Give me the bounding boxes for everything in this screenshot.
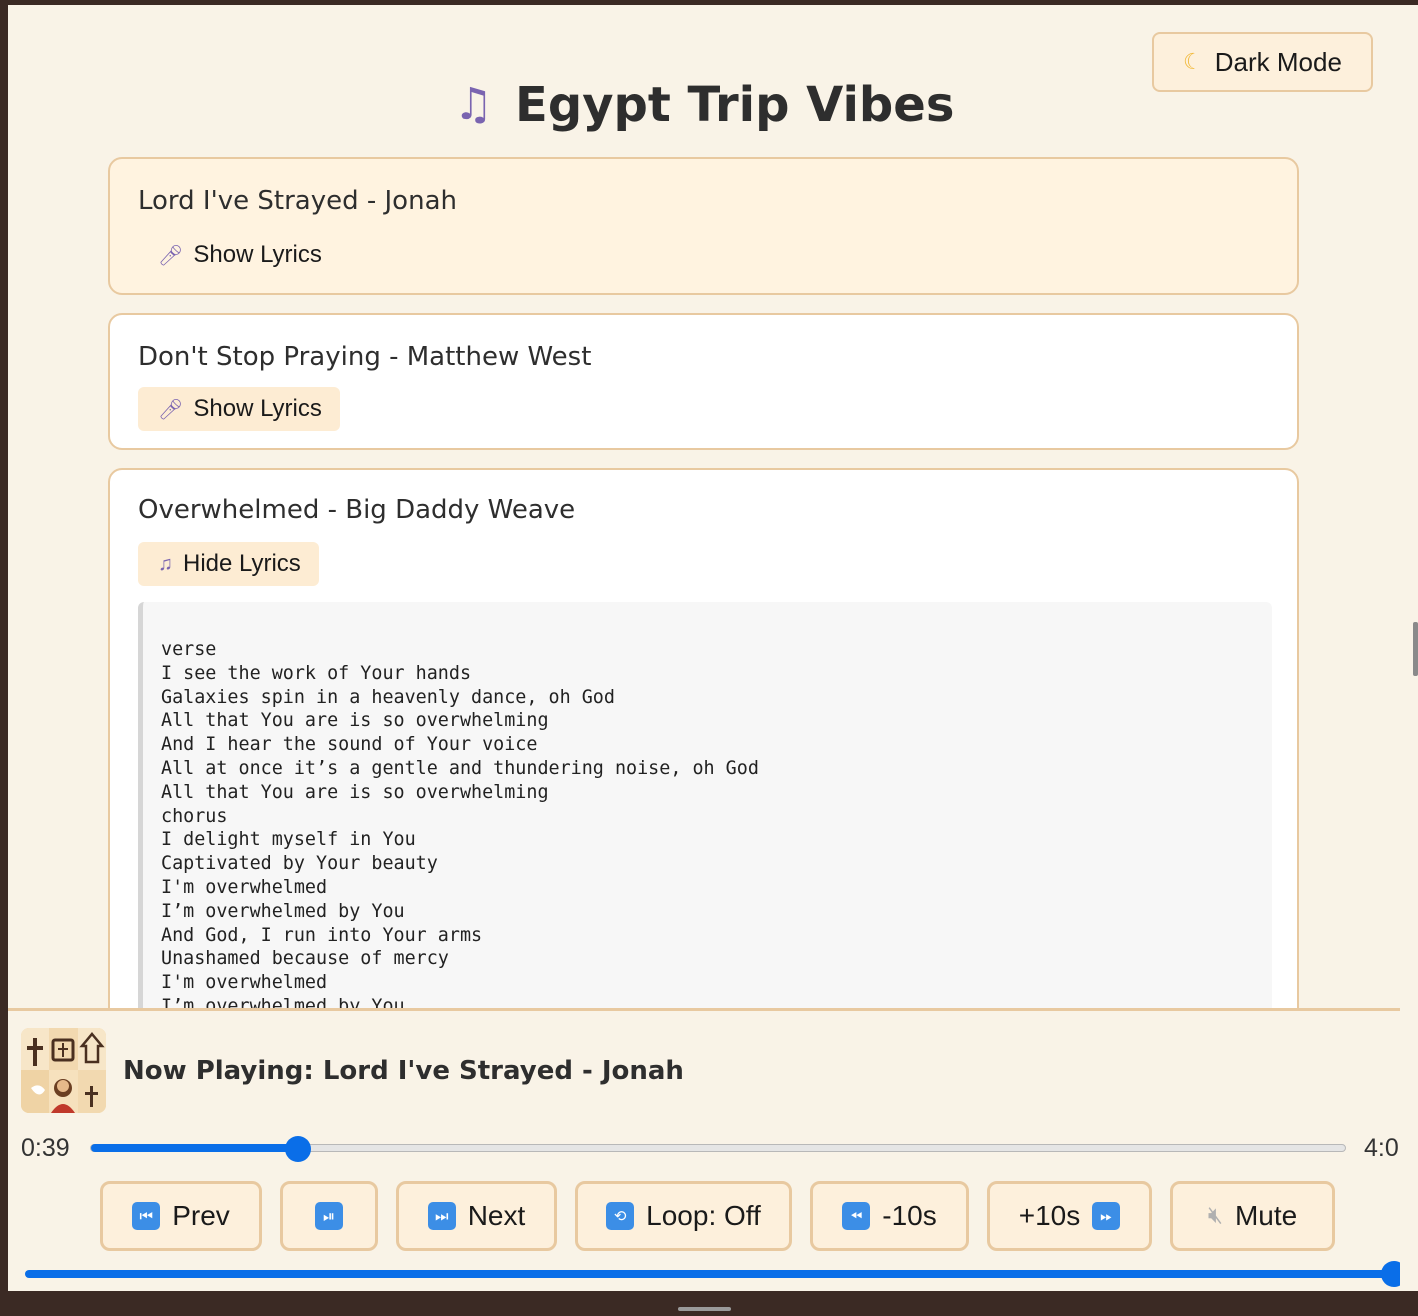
player-bar: Now Playing: Lord I've Strayed - Jonah 0… (8, 1008, 1400, 1291)
app-window: ☾ Dark Mode ♫ Egypt Trip Vibes Lord I've… (8, 5, 1400, 1291)
progress-thumb[interactable] (284, 1136, 311, 1162)
hide-lyrics-button[interactable]: ♫ Hide Lyrics (138, 542, 319, 586)
progress-fill (91, 1144, 298, 1152)
next-button[interactable]: ⏭︎ Next (396, 1181, 557, 1251)
song-card-3[interactable]: Overwhelmed - Big Daddy Weave ♫ Hide Lyr… (108, 468, 1299, 1088)
page-title: Egypt Trip Vibes (515, 77, 955, 133)
next-label: Next (467, 1200, 526, 1231)
lyrics-button-label: Show Lyrics (193, 395, 322, 422)
volume-slider[interactable] (25, 1261, 1400, 1287)
christian-collage-icon (21, 1028, 106, 1113)
moon-icon: ☾ (1183, 49, 1203, 74)
lyrics-button-label: Hide Lyrics (183, 550, 301, 577)
play-pause-icon: ⏯︎ (315, 1202, 343, 1230)
loop-label: Loop: Off (646, 1200, 761, 1231)
mute-label: Mute (1234, 1200, 1298, 1231)
song-title: Overwhelmed - Big Daddy Weave (138, 495, 576, 525)
song-title: Don't Stop Praying - Matthew West (138, 342, 592, 372)
skip-forward-icon: ⏭︎ (427, 1202, 456, 1230)
fast-forward-icon: ⏩︎ (1092, 1202, 1121, 1230)
lyrics-text: verse I see the work of Your hands Galax… (161, 639, 759, 1017)
loop-button[interactable]: ⟲ Loop: Off (575, 1181, 792, 1251)
rewind-label: -10s (882, 1200, 937, 1231)
show-lyrics-button[interactable]: 🎤︎ Show Lyrics (138, 233, 340, 277)
forward-10-button[interactable]: +10s ⏩︎ (987, 1181, 1152, 1251)
rewind-icon: ⏪︎ (842, 1202, 871, 1230)
music-notes-icon: ♫ (453, 79, 494, 130)
current-time: 0:39 (21, 1134, 70, 1162)
forward-label: +10s (1018, 1200, 1081, 1231)
speaker-muted-icon: 🔇︎ (1207, 1202, 1223, 1229)
prev-label: Prev (172, 1200, 230, 1231)
page-header: ♫ Egypt Trip Vibes (8, 73, 1400, 137)
window-handle (678, 1307, 731, 1311)
song-title: Lord I've Strayed - Jonah (138, 186, 457, 216)
mute-button[interactable]: 🔇︎ Mute (1170, 1181, 1335, 1251)
duration: 4:0 (1364, 1134, 1399, 1162)
repeat-icon: ⟲ (606, 1202, 635, 1230)
scrollbar-thumb[interactable] (1413, 622, 1418, 676)
lyrics-button-label: Show Lyrics (193, 241, 322, 268)
microphone-icon: 🎤︎ (158, 398, 184, 421)
microphone-icon: 🎤︎ (158, 244, 184, 267)
volume-thumb[interactable] (1381, 1261, 1400, 1287)
rewind-10-button[interactable]: ⏪︎ -10s (810, 1181, 969, 1251)
play-pause-button[interactable]: ⏯︎ (280, 1181, 378, 1251)
show-lyrics-button[interactable]: 🎤︎ Show Lyrics (138, 387, 340, 431)
song-card-1[interactable]: Lord I've Strayed - Jonah 🎤︎ Show Lyrics (108, 157, 1299, 295)
now-playing-text: Now Playing: Lord I've Strayed - Jonah (123, 1056, 684, 1086)
prev-button[interactable]: ⏮︎ Prev (100, 1181, 262, 1251)
music-note-icon: ♫ (158, 552, 173, 575)
album-cover (21, 1028, 106, 1113)
song-card-2[interactable]: Don't Stop Praying - Matthew West 🎤︎ Sho… (108, 313, 1299, 450)
progress-slider[interactable] (90, 1136, 1346, 1162)
lyrics-panel: verse I see the work of Your hands Galax… (138, 602, 1272, 1022)
skip-back-icon: ⏮︎ (132, 1202, 161, 1230)
